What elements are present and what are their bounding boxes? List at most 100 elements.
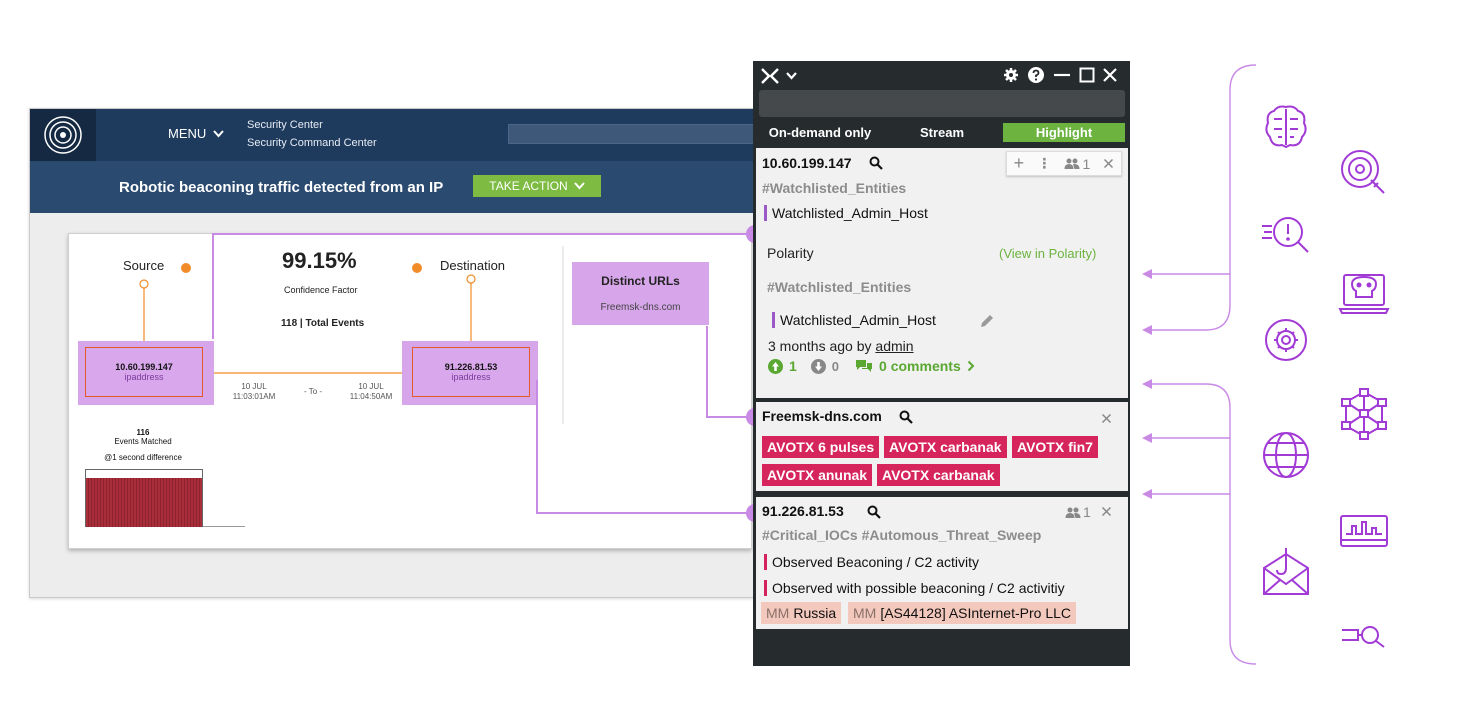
asn-value: [AS44128] ASInternet-Pro LLC — [880, 605, 1072, 621]
avotx-tag[interactable]: AVOTX 6 pulses — [762, 436, 880, 458]
chevron-down-icon — [573, 182, 585, 190]
help-icon[interactable] — [1028, 67, 1044, 83]
upvote-count: 1 — [789, 358, 797, 374]
destination-node-box: 91.226.81.53 ipaddress — [412, 347, 530, 397]
distinct-urls-title: Distinct URLs — [601, 274, 680, 288]
entity-card-ip-source: 10.60.199.147 + ⋮ 1 #Watchlisted_Entitie… — [756, 148, 1128, 398]
entity-title: 91.226.81.53 — [762, 503, 844, 519]
tag-header: #Critical_IOCs #Automous_Threat_Sweep — [762, 527, 1042, 543]
destination-node[interactable]: 91.226.81.53 ipaddress — [402, 341, 538, 405]
overlay-panel: On-demand only Stream Highlight 10.60.19… — [753, 61, 1130, 666]
source-node[interactable]: 10.60.199.147 ipaddress — [78, 341, 214, 405]
search-icon[interactable] — [869, 156, 883, 170]
more-options-icon[interactable]: ⋮ — [1037, 155, 1051, 172]
source-type: ipaddress — [124, 372, 164, 382]
gear-cycle-icon — [1265, 319, 1307, 361]
time-end-value: 11:04:50AM — [349, 392, 393, 401]
close-icon[interactable] — [1103, 158, 1114, 169]
view-in-polarity-link[interactable]: (View in Polarity) — [999, 246, 1096, 261]
beacon-detail-card: Source 99.15% Confidence Factor 118 | To… — [68, 233, 752, 549]
pencil-edit-icon[interactable] — [978, 312, 996, 330]
downvote-count: 0 — [831, 358, 840, 374]
tag-meta: 3 months ago by admin — [768, 338, 914, 354]
chevron-down-icon — [213, 130, 224, 138]
alert-bar: Robotic beaconing traffic detected from … — [30, 161, 754, 213]
tab-highlight[interactable]: Highlight — [1003, 123, 1125, 142]
close-icon[interactable] — [1101, 506, 1112, 517]
vote-row: 1 0 0 comments — [768, 358, 975, 374]
avotx-tag[interactable]: AVOTX fin7 — [1012, 436, 1098, 458]
add-icon[interactable]: + — [1014, 153, 1025, 174]
brain-chip-icon — [1265, 105, 1307, 149]
users-icon — [1064, 158, 1080, 169]
events-matched-label: Events Matched — [114, 437, 172, 446]
app-logo-icon[interactable] — [760, 67, 802, 85]
time-end: 10 JUL 11:04:50AM — [346, 382, 396, 402]
avotx-tag[interactable]: AVOTX carbanak — [884, 436, 1007, 458]
observation-line: Observed Beaconing / C2 activity — [764, 554, 979, 570]
time-start: 10 JUL 11:03:01AM — [229, 382, 279, 402]
tab-stream[interactable]: Stream — [881, 123, 1003, 142]
panel-search-input[interactable] — [759, 90, 1125, 117]
geo-tag[interactable]: MM Russia — [761, 602, 842, 624]
destination-type: ipaddress — [451, 372, 491, 382]
minimize-icon[interactable] — [1053, 67, 1071, 83]
close-icon[interactable] — [1102, 67, 1118, 83]
network-hex-icon — [1341, 388, 1387, 440]
skull-laptop-icon — [1338, 274, 1390, 314]
app-search-input[interactable] — [508, 124, 754, 144]
take-action-label: TAKE ACTION — [489, 179, 568, 193]
target-search-icon — [1341, 150, 1385, 194]
asn-tag[interactable]: MM [AS44128] ASInternet-Pro LLC — [848, 602, 1077, 624]
downvote-icon[interactable] — [810, 358, 826, 374]
tag-header: #Watchlisted_Entities — [762, 180, 907, 196]
menu-button[interactable]: MENU — [168, 126, 224, 141]
maximize-icon[interactable] — [1079, 67, 1095, 83]
search-icon[interactable] — [867, 505, 881, 519]
comments-icon[interactable] — [855, 359, 873, 373]
distinct-urls-value: Freemsk-dns.com — [600, 302, 681, 313]
time-to: - To - — [303, 387, 323, 396]
entity-title: 10.60.199.147 — [762, 155, 852, 171]
mode-tabs: On-demand only Stream Highlight — [759, 123, 1125, 142]
time-start-date: 10 JUL — [241, 382, 267, 391]
users-count[interactable]: 1 — [1064, 156, 1090, 172]
close-icon[interactable] — [1101, 413, 1112, 424]
entity-card-domain: Freemsk-dns.com AVOTX 6 pulses AVOTX car… — [756, 402, 1128, 491]
avotx-tag[interactable]: AVOTX anunak — [762, 464, 873, 486]
time-end-date: 10 JUL — [358, 382, 384, 391]
author-link[interactable]: admin — [875, 338, 913, 354]
distinct-urls-box[interactable]: Distinct URLs Freemsk-dns.com — [572, 262, 709, 325]
chevron-right-icon[interactable] — [967, 360, 975, 372]
phishing-mail-icon — [1263, 548, 1309, 595]
avotx-tag[interactable]: AVOTX carbanak — [877, 464, 1000, 486]
integration-name: Polarity — [767, 245, 814, 261]
observation-line: Observed with possible beaconing / C2 ac… — [764, 580, 1065, 596]
app-top-bar: MENU Security Center Security Command Ce… — [30, 109, 754, 161]
brand-line-1: Security Center — [247, 119, 323, 131]
entity-card-ip-destination: 91.226.81.53 1 #Critical_IOCs #Automous_… — [756, 497, 1128, 629]
globe-icon — [1263, 432, 1309, 478]
menu-label: MENU — [168, 126, 207, 141]
upvote-icon[interactable] — [768, 358, 783, 374]
tag-value: Watchlisted_Admin_Host — [764, 205, 928, 221]
user-count-value: 1 — [1083, 504, 1091, 520]
destination-ip: 91.226.81.53 — [444, 362, 498, 372]
mm-prefix: MM — [853, 605, 877, 621]
difference-label: @1 second difference — [104, 453, 182, 462]
tab-on-demand[interactable]: On-demand only — [759, 123, 881, 142]
gear-icon[interactable] — [1003, 67, 1019, 83]
brand-line-2: Security Command Center — [247, 137, 377, 149]
source-node-box: 10.60.199.147 ipaddress — [85, 347, 203, 397]
search-icon[interactable] — [899, 410, 913, 424]
time-ago: 3 months ago by — [768, 338, 872, 354]
comments-link[interactable]: 0 comments — [879, 358, 961, 374]
mm-prefix: MM — [766, 605, 790, 621]
users-count[interactable]: 1 — [1065, 504, 1091, 520]
tag-value-2: Watchlisted_Admin_Host — [772, 312, 936, 328]
key-search-icon — [1342, 626, 1385, 648]
entity-title: Freemsk-dns.com — [762, 408, 882, 424]
security-center-window: MENU Security Center Security Command Ce… — [29, 108, 755, 598]
alert-search-icon — [1262, 217, 1309, 253]
take-action-button[interactable]: TAKE ACTION — [473, 175, 601, 197]
